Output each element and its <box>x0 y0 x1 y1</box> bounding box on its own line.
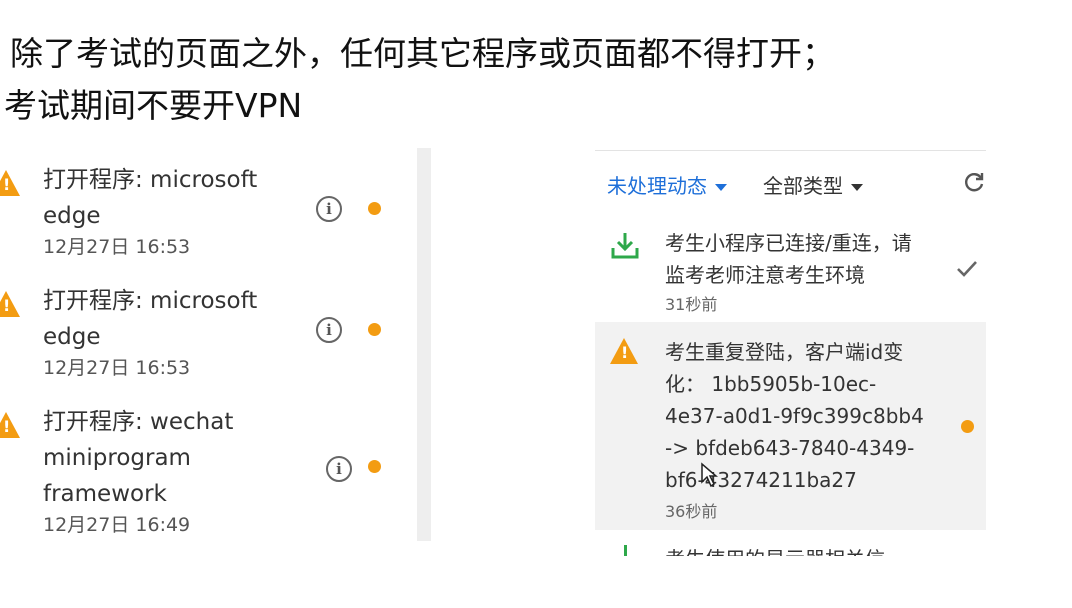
download-icon <box>624 545 627 556</box>
event-title-line: edge <box>43 203 101 229</box>
event-message-line: 化： 1bb5905b-10ec- <box>665 372 877 396</box>
event-title-line: miniprogram <box>43 445 191 471</box>
event-title-line: 打开程序: microsoft <box>43 167 258 193</box>
event-time: 12月27日 16:49 <box>43 514 191 536</box>
download-icon <box>611 233 639 259</box>
event-title-line: 打开程序: wechat <box>43 409 234 435</box>
event-title-line: 打开程序: microsoft <box>43 288 258 314</box>
mouse-cursor-icon <box>701 462 718 488</box>
warning-icon <box>610 338 638 364</box>
event-time: 31秒前 <box>665 295 718 314</box>
event-time: 12月27日 16:53 <box>43 357 191 379</box>
chevron-down-icon <box>851 184 863 191</box>
event-message-line: -> bfdeb643-7840-4349- <box>665 436 915 460</box>
event-message: 考生小程序已连接/重连，请 监考老师注意考生环境 <box>665 227 912 291</box>
warning-icon <box>0 412 20 438</box>
status-filter-label: 未处理动态 <box>607 174 707 198</box>
unread-dot <box>368 460 381 473</box>
event-title: 打开程序: wechat miniprogram framework <box>43 404 233 512</box>
event-message-line: 监考老师注意考生环境 <box>665 263 865 287</box>
type-filter-dropdown[interactable]: 全部类型 <box>763 170 863 199</box>
event-title: 打开程序: microsoft edge <box>43 283 257 355</box>
event-message-line: 考生小程序已连接/重连，请 <box>665 231 912 255</box>
panel-top-border <box>595 150 986 151</box>
event-title: 打开程序: microsoft edge <box>43 162 257 234</box>
event-time: 12月27日 16:53 <box>43 236 191 258</box>
status-filter-dropdown[interactable]: 未处理动态 <box>607 170 727 199</box>
chevron-down-icon <box>715 184 727 191</box>
unread-dot <box>368 202 381 215</box>
unread-dot <box>961 420 974 433</box>
instruction-line-2: 考试期间不要开VPN <box>4 86 303 125</box>
warning-icon <box>0 291 20 317</box>
type-filter-label: 全部类型 <box>763 174 843 198</box>
event-message-line: 考生使用的显示器相关信 <box>665 543 885 556</box>
event-title-line: edge <box>43 324 101 350</box>
info-icon[interactable]: i <box>316 317 342 343</box>
event-time: 36秒前 <box>665 502 718 521</box>
panel-divider <box>417 148 431 541</box>
info-icon[interactable]: i <box>316 196 342 222</box>
event-message-line: 4e37-a0d1-9f9c399c8bb4 <box>665 404 924 428</box>
info-icon[interactable]: i <box>326 456 352 482</box>
event-message-line: 考生重复登陆，客户端id变 <box>665 340 904 364</box>
instruction-line-1: 除了考试的页面之外，任何其它程序或页面都不得打开； <box>10 34 835 73</box>
unread-dot <box>368 323 381 336</box>
warning-icon <box>0 170 20 196</box>
refresh-icon[interactable] <box>962 170 986 194</box>
check-icon[interactable] <box>956 260 978 278</box>
list-item[interactable]: 考生使用的显示器相关信 <box>595 540 986 556</box>
event-title-line: framework <box>43 481 167 507</box>
